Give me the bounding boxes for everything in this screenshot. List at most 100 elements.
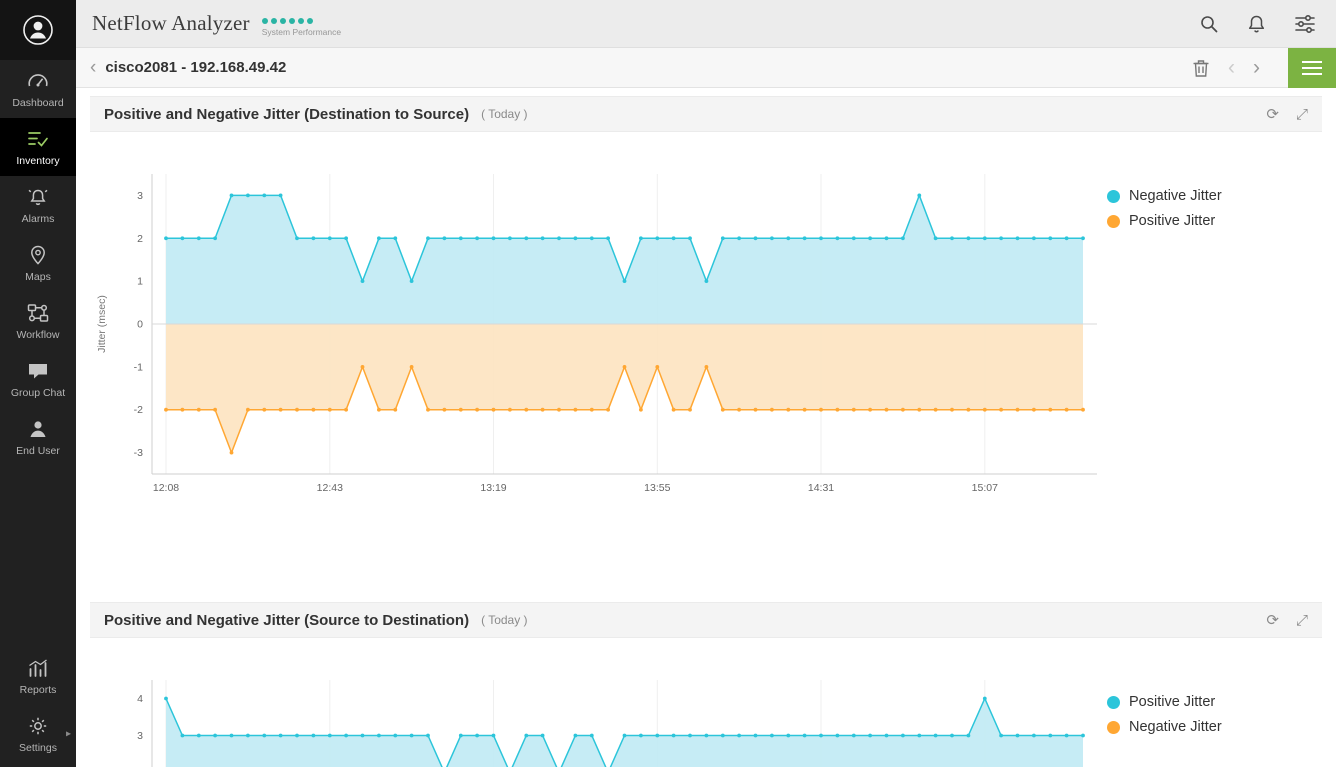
hamburger-icon <box>1302 61 1322 63</box>
legend-label: Positive Jitter <box>1129 694 1215 710</box>
inventory-icon <box>26 128 50 150</box>
sidebar-item-end-user[interactable]: End User <box>0 408 76 466</box>
panel-title: Positive and Negative Jitter (Destinatio… <box>104 106 469 123</box>
brand: NetFlow Analyzer System Performance <box>92 11 341 37</box>
gear-icon <box>27 715 49 737</box>
sidebar-item-label: End User <box>16 445 60 457</box>
panel-header: Positive and Negative Jitter (Destinatio… <box>90 96 1322 132</box>
prev-device-chevron-icon[interactable]: ‹ <box>1228 57 1235 78</box>
panel-actions: ⟳ ⤢ <box>1266 613 1308 628</box>
sidebar-item-alarms[interactable]: Alarms <box>0 176 76 234</box>
svg-text:13:55: 13:55 <box>644 482 670 494</box>
svg-text:0: 0 <box>137 319 143 331</box>
legend-dot <box>1107 696 1120 709</box>
legend-label: Positive Jitter <box>1129 213 1215 229</box>
breadcrumb-bar: ‹ cisco2081 - 192.168.49.42 ‹ <box>76 48 1336 88</box>
avatar-icon <box>21 13 55 47</box>
reports-chart-icon <box>26 657 50 679</box>
top-bar: NetFlow Analyzer System Performance <box>76 0 1336 48</box>
settings-sliders-icon[interactable] <box>1294 14 1316 34</box>
refresh-icon[interactable]: ⟳ <box>1266 613 1279 628</box>
svg-text:2: 2 <box>137 233 143 245</box>
sidebar-item-group-chat[interactable]: Group Chat <box>0 350 76 408</box>
chart-legend: Negative Jitter Positive Jitter <box>1107 132 1322 512</box>
dashboard-icon <box>26 70 50 92</box>
legend-dot <box>1107 721 1120 734</box>
svg-text:Jitter (msec): Jitter (msec) <box>96 295 108 353</box>
topbar-actions <box>1199 14 1316 34</box>
svg-text:-3: -3 <box>134 447 143 459</box>
expand-icon[interactable]: ⤢ <box>1296 107 1308 122</box>
panel-title: Positive and Negative Jitter (Source to … <box>104 612 469 629</box>
next-device-chevron-icon[interactable]: › <box>1253 57 1260 78</box>
sidebar-bottom: Reports Settings ▸ <box>0 647 76 767</box>
sidebar-item-reports[interactable]: Reports <box>0 647 76 705</box>
app-window: Dashboard Inventory <box>0 0 1336 767</box>
svg-text:12:08: 12:08 <box>153 482 179 494</box>
settings-expand-arrow-icon[interactable]: ▸ <box>66 729 71 740</box>
sidebar-item-label: Settings <box>19 742 57 754</box>
sidebar-nav: Dashboard Inventory <box>0 60 76 466</box>
brand-dots <box>262 18 341 24</box>
svg-text:4: 4 <box>137 693 143 705</box>
expand-icon[interactable]: ⤢ <box>1296 613 1308 628</box>
svg-text:14:31: 14:31 <box>808 482 834 494</box>
sidebar-item-label: Group Chat <box>11 387 65 399</box>
person-icon <box>27 418 49 440</box>
main-area: NetFlow Analyzer System Performance <box>76 0 1336 767</box>
panel-actions: ⟳ ⤢ <box>1266 107 1308 122</box>
content-area: Positive and Negative Jitter (Destinatio… <box>76 88 1336 767</box>
chart-legend: Positive Jitter Negative Jitter <box>1107 638 1322 767</box>
sidebar-item-inventory[interactable]: Inventory <box>0 118 76 176</box>
legend-dot <box>1107 190 1120 203</box>
sidebar-item-label: Reports <box>20 684 57 696</box>
sidebar-item-label: Workflow <box>17 329 60 341</box>
alarm-bell-icon <box>26 186 50 208</box>
legend-item[interactable]: Positive Jitter <box>1107 694 1322 710</box>
chart-row: 12:08 12:43 13:19 13:55 14:31 15:07 3 2 1 0 -1 -2 -3… <box>90 132 1322 512</box>
sidebar: Dashboard Inventory <box>0 0 76 767</box>
location-pin-icon <box>27 244 49 266</box>
sidebar-item-label: Maps <box>25 271 51 283</box>
sidebar-item-maps[interactable]: Maps <box>0 234 76 292</box>
sidebar-item-workflow[interactable]: Workflow <box>0 292 76 350</box>
svg-text:3: 3 <box>137 190 143 202</box>
svg-text:1: 1 <box>137 276 143 288</box>
svg-text:-2: -2 <box>134 404 143 416</box>
legend-item[interactable]: Positive Jitter <box>1107 213 1322 229</box>
svg-text:15:07: 15:07 <box>972 482 998 494</box>
svg-text:-1: -1 <box>134 361 143 373</box>
app-subtitle: System Performance <box>262 27 341 37</box>
svg-text:12:43: 12:43 <box>317 482 343 494</box>
sidebar-item-settings[interactable]: Settings ▸ <box>0 705 76 763</box>
panel-period: ( Today ) <box>481 107 527 121</box>
sidebar-item-label: Dashboard <box>12 97 63 109</box>
legend-item[interactable]: Negative Jitter <box>1107 188 1322 204</box>
sidebar-item-dashboard[interactable]: Dashboard <box>0 60 76 118</box>
device-title: cisco2081 - 192.168.49.42 <box>105 59 286 76</box>
brand-meta: System Performance <box>262 11 341 37</box>
user-avatar[interactable] <box>0 0 76 60</box>
svg-text:3: 3 <box>137 730 143 742</box>
menu-button[interactable] <box>1288 48 1336 88</box>
jitter-panel-source-to-dest: Positive and Negative Jitter (Source to … <box>90 602 1322 767</box>
chat-bubble-icon <box>26 360 50 382</box>
sidebar-item-label: Inventory <box>16 155 59 167</box>
chart-row: 12:0812:4313:1913:5514:3115:0743210-1-2-… <box>90 638 1322 767</box>
jitter-chart-source-to-dest: 12:0812:4313:1913:5514:3115:0743210-1-2-… <box>90 638 1107 767</box>
jitter-chart-dest-to-source: 12:08 12:43 13:19 13:55 14:31 15:07 3 2 1 0 -1 -2 -3… <box>90 132 1107 512</box>
breadcrumb-actions: ‹ › <box>1192 48 1336 88</box>
legend-item[interactable]: Negative Jitter <box>1107 719 1322 735</box>
refresh-icon[interactable]: ⟳ <box>1266 107 1279 122</box>
legend-label: Negative Jitter <box>1129 188 1222 204</box>
svg-text:13:19: 13:19 <box>480 482 506 494</box>
jitter-panel-dest-to-source: Positive and Negative Jitter (Destinatio… <box>90 96 1322 512</box>
back-chevron-icon[interactable]: ‹ <box>90 58 96 77</box>
delete-trash-icon[interactable] <box>1192 58 1210 78</box>
panel-header: Positive and Negative Jitter (Source to … <box>90 602 1322 638</box>
search-icon[interactable] <box>1199 14 1219 34</box>
legend-label: Negative Jitter <box>1129 719 1222 735</box>
sidebar-item-label: Alarms <box>22 213 55 225</box>
panel-period: ( Today ) <box>481 613 527 627</box>
notifications-bell-icon[interactable] <box>1247 14 1266 34</box>
